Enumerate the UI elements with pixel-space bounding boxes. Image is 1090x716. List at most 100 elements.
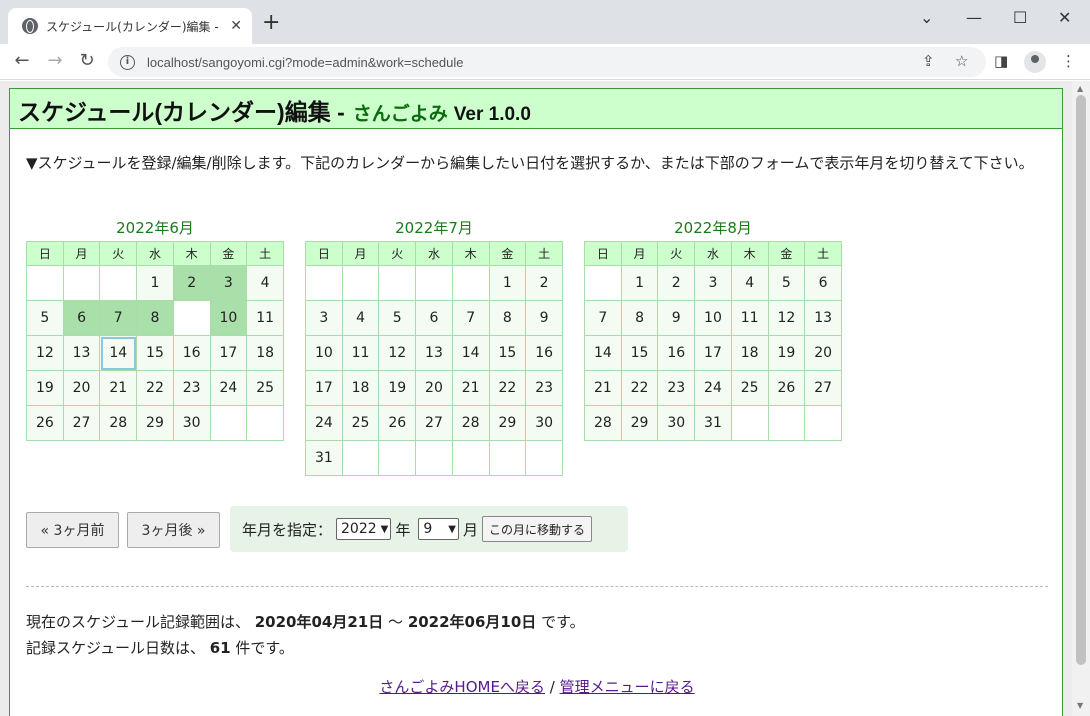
calendar-day[interactable]: 11: [246, 300, 284, 336]
calendar-day[interactable]: 24: [305, 405, 343, 441]
calendar-day[interactable]: 11: [730, 300, 769, 336]
calendar-day[interactable]: 9: [657, 300, 696, 336]
calendar-day[interactable]: 15: [136, 335, 174, 371]
calendar-day[interactable]: 6: [415, 300, 453, 336]
scroll-down-icon[interactable]: ▼: [1077, 701, 1083, 710]
calendar-day[interactable]: 21: [584, 370, 622, 406]
calendar-day[interactable]: 5: [26, 300, 64, 336]
calendar-day[interactable]: 26: [26, 405, 64, 441]
calendar-day[interactable]: 16: [525, 335, 563, 371]
admin-menu-link[interactable]: 管理メニューに戻る: [560, 678, 695, 696]
calendar-day[interactable]: 1: [136, 265, 174, 301]
tab-search-icon[interactable]: ⌄: [920, 8, 933, 27]
calendar-day[interactable]: 19: [767, 335, 806, 371]
calendar-day[interactable]: 7: [584, 300, 622, 336]
calendar-day[interactable]: 22: [620, 370, 659, 406]
calendar-day[interactable]: 10: [694, 300, 732, 336]
calendar-day[interactable]: 20: [415, 370, 453, 406]
prev-3-months-button[interactable]: « 3ヶ月前: [26, 512, 119, 548]
calendar-day[interactable]: 19: [378, 370, 417, 406]
calendar-day[interactable]: 6: [62, 300, 101, 336]
calendar-day[interactable]: 8: [488, 300, 527, 336]
calendar-day[interactable]: 26: [378, 405, 417, 441]
calendar-day[interactable]: 18: [341, 370, 380, 406]
calendar-day[interactable]: 29: [488, 405, 527, 441]
calendar-day[interactable]: 29: [620, 405, 659, 441]
calendar-day[interactable]: 18: [246, 335, 284, 371]
back-icon[interactable]: ←: [10, 50, 34, 71]
calendar-day[interactable]: 25: [246, 370, 284, 406]
calendar-day[interactable]: 3: [305, 300, 343, 336]
calendar-day[interactable]: 18: [730, 335, 769, 371]
calendar-day[interactable]: 2: [525, 265, 563, 301]
address-bar[interactable]: i localhost/sangoyomi.cgi?mode=admin&wor…: [108, 47, 986, 77]
calendar-day[interactable]: 9: [525, 300, 563, 336]
calendar-day[interactable]: 4: [246, 265, 284, 301]
calendar-day[interactable]: 15: [620, 335, 659, 371]
calendar-day[interactable]: 4: [341, 300, 380, 336]
calendar-day[interactable]: 12: [767, 300, 806, 336]
calendar-day[interactable]: 14: [584, 335, 622, 371]
calendar-day[interactable]: 16: [172, 335, 211, 371]
maximize-icon[interactable]: ☐: [1013, 8, 1027, 27]
calendar-day[interactable]: 23: [172, 370, 211, 406]
calendar-day[interactable]: 5: [378, 300, 417, 336]
calendar-day[interactable]: 1: [488, 265, 527, 301]
calendar-day[interactable]: 6: [804, 265, 842, 301]
scroll-up-icon[interactable]: ▲: [1077, 84, 1083, 93]
calendar-day[interactable]: 7: [99, 300, 138, 336]
calendar-day[interactable]: 10: [209, 300, 248, 336]
site-info-icon[interactable]: i: [120, 54, 135, 70]
calendar-day[interactable]: 27: [415, 405, 453, 441]
calendar-day[interactable]: 29: [136, 405, 174, 441]
calendar-day[interactable]: 13: [804, 300, 842, 336]
calendar-day[interactable]: 26: [767, 370, 806, 406]
calendar-day[interactable]: 14: [451, 335, 490, 371]
calendar-day[interactable]: 13: [62, 335, 101, 371]
calendar-day[interactable]: 20: [62, 370, 101, 406]
calendar-day[interactable]: 23: [525, 370, 563, 406]
calendar-day[interactable]: 8: [136, 300, 174, 336]
close-tab-icon[interactable]: ✕: [230, 18, 242, 34]
calendar-day[interactable]: 28: [584, 405, 622, 441]
calendar-day[interactable]: 19: [26, 370, 64, 406]
bookmark-star-icon[interactable]: ☆: [955, 52, 968, 70]
calendar-day[interactable]: 25: [730, 370, 769, 406]
window-close-icon[interactable]: ✕: [1058, 8, 1071, 27]
scrollbar[interactable]: ▲ ▼: [1072, 81, 1090, 716]
calendar-day[interactable]: 21: [99, 370, 138, 406]
calendar-day[interactable]: 12: [26, 335, 64, 371]
calendar-day[interactable]: 20: [804, 335, 842, 371]
calendar-day[interactable]: 7: [451, 300, 490, 336]
calendar-day[interactable]: 31: [694, 405, 732, 441]
calendar-day[interactable]: 28: [99, 405, 138, 441]
calendar-day[interactable]: 5: [767, 265, 806, 301]
calendar-day[interactable]: 17: [305, 370, 343, 406]
side-panel-icon[interactable]: ◨: [994, 52, 1008, 70]
calendar-day[interactable]: 28: [451, 405, 490, 441]
calendar-day[interactable]: 14: [99, 335, 138, 371]
reload-icon[interactable]: ↻: [75, 50, 99, 71]
month-select[interactable]: 9 ▼: [418, 518, 459, 540]
move-month-button[interactable]: この月に移動する: [482, 516, 593, 542]
calendar-day[interactable]: 3: [209, 265, 248, 301]
year-select[interactable]: 2022 ▼: [336, 518, 392, 540]
calendar-day[interactable]: 12: [378, 335, 417, 371]
calendar-day[interactable]: 2: [172, 265, 211, 301]
calendar-day[interactable]: 30: [525, 405, 563, 441]
calendar-day[interactable]: 25: [341, 405, 380, 441]
calendar-day[interactable]: 23: [657, 370, 696, 406]
calendar-day[interactable]: 16: [657, 335, 696, 371]
calendar-day[interactable]: 27: [62, 405, 101, 441]
calendar-day[interactable]: 22: [488, 370, 527, 406]
new-tab-icon[interactable]: +: [262, 12, 280, 34]
calendar-day[interactable]: 11: [341, 335, 380, 371]
calendar-day[interactable]: 30: [657, 405, 696, 441]
calendar-day[interactable]: 22: [136, 370, 174, 406]
menu-dots-icon[interactable]: ⋮: [1061, 52, 1076, 70]
calendar-day[interactable]: 21: [451, 370, 490, 406]
calendar-day[interactable]: 10: [305, 335, 343, 371]
calendar-day[interactable]: 3: [694, 265, 732, 301]
calendar-day[interactable]: 13: [415, 335, 453, 371]
scrollbar-thumb[interactable]: [1076, 95, 1086, 665]
